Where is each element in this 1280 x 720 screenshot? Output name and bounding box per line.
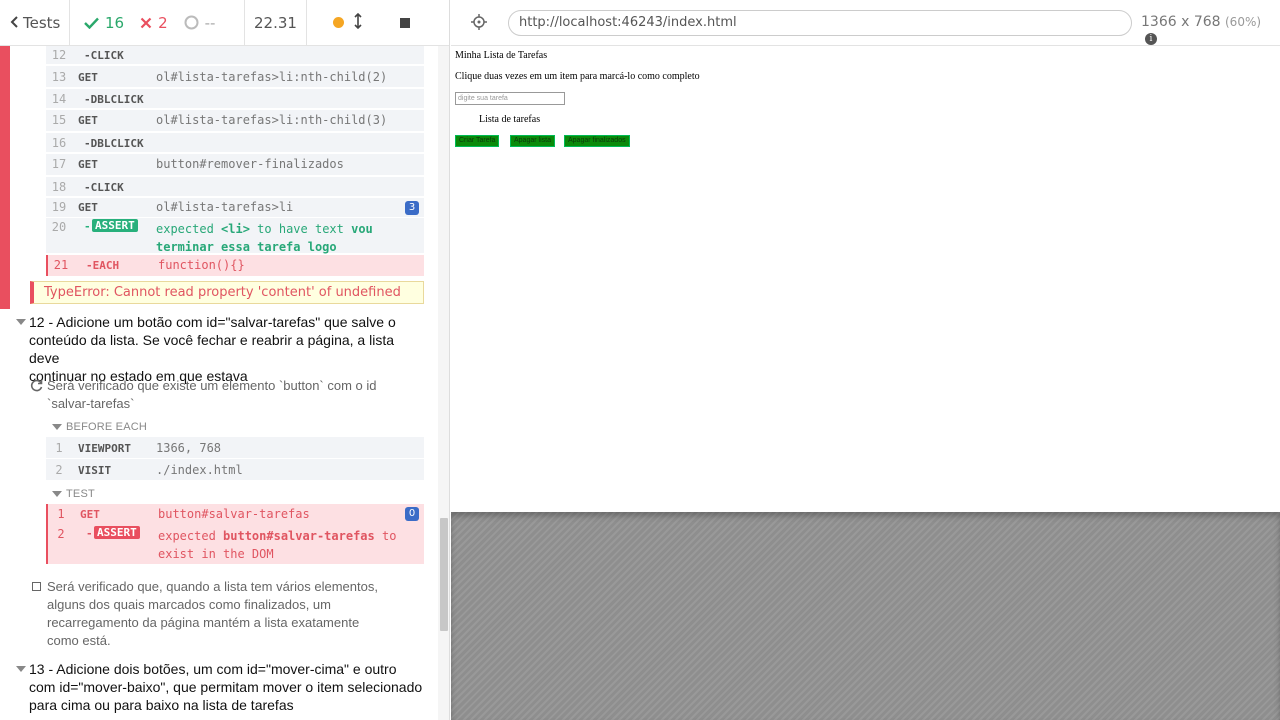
running-indicator-icon: [333, 17, 344, 28]
scrollbar-thumb[interactable]: [440, 518, 448, 631]
pending-count: --: [184, 14, 215, 32]
task-input[interactable]: digite sua tarefa: [455, 92, 565, 105]
remove-finished-button[interactable]: Apagar finalizados: [564, 135, 630, 147]
collapse-caret-icon[interactable]: [52, 424, 62, 430]
command-row[interactable]: 18 -CLICK: [46, 177, 424, 197]
reporter-scrollbar[interactable]: [438, 46, 449, 720]
before-each-label: BEFORE EACH: [66, 421, 148, 433]
tests-label: Tests: [23, 13, 61, 32]
url-bar[interactable]: http://localhost:46243/index.html: [508, 10, 1132, 36]
element-count-badge: 3: [405, 201, 419, 215]
aut-header: http://localhost:46243/index.html 1366 x…: [451, 0, 1280, 46]
pending-checkbox-icon: [32, 582, 41, 591]
x-icon: [140, 17, 152, 28]
auto-scroll-toggle-icon[interactable]: [354, 12, 362, 33]
test-title[interactable]: Será verificado que existe um elemento `…: [47, 377, 407, 413]
failed-command-row[interactable]: 21 -EACH function(){}: [46, 255, 424, 276]
collapse-caret-icon[interactable]: [52, 491, 62, 497]
command-row[interactable]: 19 GET ol#lista-tarefas>li 3: [46, 198, 424, 218]
refresh-icon: [30, 379, 43, 396]
chevron-left-icon: [10, 14, 19, 32]
command-row[interactable]: 15 GET ol#lista-tarefas>li:nth-child(3): [46, 110, 424, 132]
site-title: Minha Lista de Tarefas: [455, 50, 548, 61]
tests-nav-button[interactable]: Tests: [0, 0, 70, 45]
duration: 22.31: [245, 0, 307, 45]
command-row[interactable]: 17 GET button#remover-finalizados: [46, 154, 424, 176]
check-icon: [84, 17, 99, 29]
test-stats: 16 2 --: [70, 0, 245, 45]
command-row[interactable]: 14 -DBLCLICK: [46, 89, 424, 109]
error-message[interactable]: TypeError: Cannot read property 'content…: [30, 281, 424, 304]
viewport-info: 1366 x 768 (60%) i: [1141, 14, 1262, 45]
passed-count: 16: [84, 14, 124, 32]
test-reporter: Tests 16 2 -- 22.31 12 -CLICK 13 GET ol#…: [0, 0, 450, 720]
command-row[interactable]: 13 GET ol#lista-tarefas>li:nth-child(2): [46, 66, 424, 88]
command-row[interactable]: 12 -CLICK: [46, 46, 424, 65]
suite-title[interactable]: 13 - Adicione dois botões, um com id="mo…: [29, 660, 427, 714]
clear-list-button[interactable]: Apagar lista: [510, 135, 555, 147]
app-under-test: Minha Lista de Tarefas Clique duas vezes…: [451, 46, 1280, 512]
failed-count: 2: [140, 14, 168, 32]
info-icon[interactable]: i: [1145, 33, 1157, 45]
collapse-caret-icon[interactable]: [16, 319, 26, 325]
assert-badge: ASSERT: [94, 526, 140, 539]
task-list-label: Lista de tarefas: [479, 114, 541, 125]
command-row[interactable]: 2 VISIT ./index.html: [46, 459, 424, 481]
assert-row[interactable]: 20 - ASSERT expected <li> to have text v…: [46, 218, 424, 254]
failed-assert-row[interactable]: 2 - ASSERT expected button#salvar-tarefa…: [46, 525, 424, 564]
failed-command-row[interactable]: 1 GET button#salvar-tarefas 0: [46, 504, 424, 525]
create-task-button[interactable]: Criar Tarefa: [455, 135, 500, 147]
collapse-caret-icon[interactable]: [16, 666, 26, 672]
command-row[interactable]: 16 -DBLCLICK: [46, 133, 424, 153]
spinner-icon: [184, 15, 199, 30]
site-instructions: Clique duas vezes em um item para marcá-…: [455, 71, 700, 82]
viewport-background: [451, 512, 1280, 720]
element-count-badge: 0: [405, 507, 419, 521]
selector-playground-icon[interactable]: [471, 14, 487, 34]
test-title[interactable]: Será verificado que, quando a lista tem …: [47, 578, 407, 650]
reporter-header: Tests 16 2 -- 22.31: [0, 0, 449, 46]
run-controls: [307, 0, 449, 45]
test-label: TEST: [66, 488, 95, 500]
stop-button[interactable]: [400, 17, 410, 28]
command-row[interactable]: 1 VIEWPORT 1366, 768: [46, 437, 424, 459]
assert-badge: ASSERT: [92, 219, 138, 232]
suite-title[interactable]: 12 - Adicione um botão com id="salvar-ta…: [29, 313, 427, 385]
command-log: 12 -CLICK 13 GET ol#lista-tarefas>li:nth…: [0, 46, 438, 720]
failure-indicator: [0, 46, 10, 309]
